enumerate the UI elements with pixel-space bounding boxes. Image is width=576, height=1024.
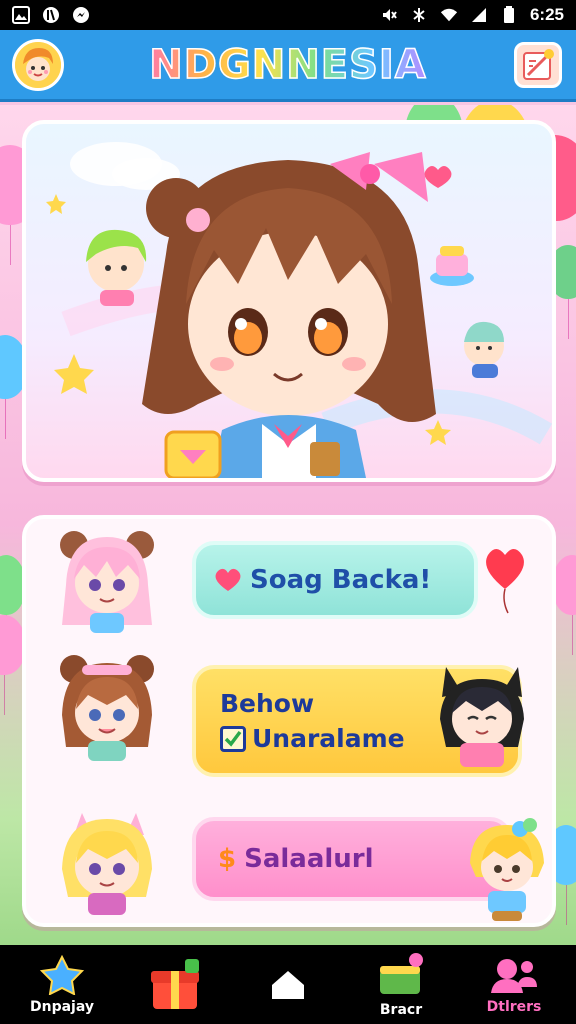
nfc-icon	[42, 6, 60, 24]
mute-icon	[380, 6, 398, 24]
star-icon	[39, 954, 85, 995]
wifi-icon	[440, 6, 458, 24]
battery-icon	[500, 6, 518, 24]
blonde-cat-ear-avatar	[62, 813, 152, 915]
blonde-boy-character-avatar	[470, 818, 544, 921]
nav-item-4-label: Bracr	[379, 1001, 423, 1018]
cell-icon	[470, 6, 488, 24]
bottom-navigation: Dnpajay Bracr Dtlrers	[0, 945, 576, 1024]
menu-card: Soag Backa! Behow Unaralame $ Salaalurl	[22, 515, 556, 927]
nav-item-4[interactable]: Bracr	[349, 945, 453, 1024]
profile-avatar-button[interactable]	[12, 39, 64, 91]
menu-item-3-label: Salaalurl	[244, 844, 374, 874]
signal-icon	[410, 6, 428, 24]
nav-item-home[interactable]	[236, 945, 340, 1024]
nav-item-1[interactable]: Dnpajay	[10, 945, 114, 1024]
hero-character-illustration	[46, 142, 552, 478]
gift-box-icon	[151, 958, 199, 1009]
menu-item-1-button[interactable]: Soag Backa!	[192, 541, 478, 619]
menu-item-2-subtitle-row: Unaralame	[220, 724, 405, 753]
menu-item-2-label: Unaralame	[252, 724, 405, 753]
heart-icon	[215, 568, 241, 591]
pink-hair-character-avatar	[60, 531, 154, 633]
nav-item-5[interactable]: Dtlrers	[462, 945, 566, 1024]
edit-button[interactable]	[514, 42, 562, 88]
nav-item-5-label: Dtlrers	[486, 998, 542, 1015]
home-icon	[272, 970, 304, 999]
red-balloon-icon	[486, 549, 524, 614]
image-icon	[12, 6, 30, 24]
app-header: NDGNNESIA	[0, 30, 576, 102]
nav-item-1-label: Dnpajay	[30, 998, 94, 1015]
cake-icon	[380, 952, 423, 994]
people-icon	[491, 958, 537, 993]
messenger-icon	[72, 6, 90, 24]
menu-item-1-label: Soag Backa!	[250, 565, 432, 595]
status-bar: 6:25	[0, 0, 576, 30]
app-title: NDGNNESIA	[149, 41, 427, 89]
chibi-avatar-icon	[15, 42, 61, 88]
dollar-icon: $	[218, 844, 237, 874]
hero-character-card[interactable]	[22, 120, 556, 482]
nav-item-2[interactable]	[123, 945, 227, 1024]
menu-item-2-title: Behow	[220, 689, 315, 718]
brown-hair-maid-avatar	[60, 655, 154, 761]
checkbox-checked-icon[interactable]	[220, 725, 246, 752]
cat-ear-character-avatar	[440, 667, 524, 767]
edit-note-icon	[523, 49, 554, 80]
status-time: 6:25	[529, 5, 564, 24]
